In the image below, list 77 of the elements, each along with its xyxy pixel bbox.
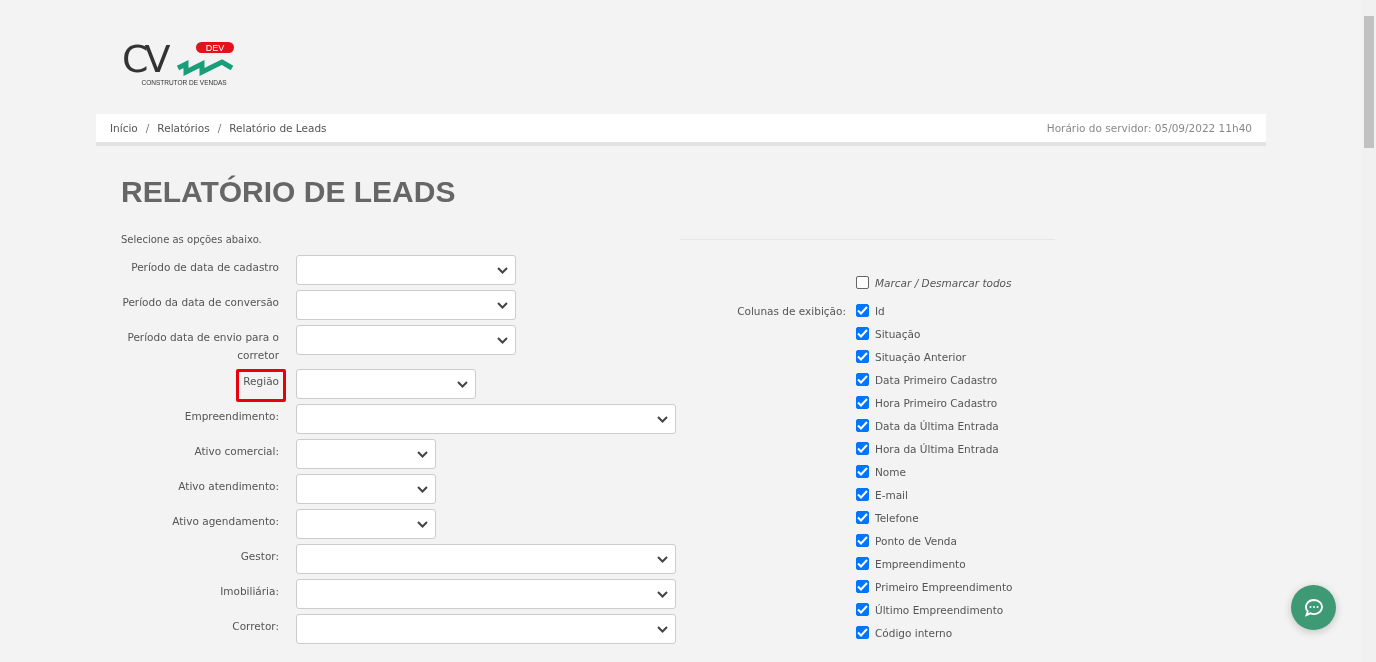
select-field[interactable] bbox=[296, 544, 676, 574]
checkbox-label: Hora da Última Entrada bbox=[875, 442, 999, 455]
chevron-icon bbox=[497, 266, 508, 274]
select-field[interactable] bbox=[296, 579, 676, 609]
select-field[interactable] bbox=[296, 255, 516, 285]
intro-text: Selecione as opções abaixo. bbox=[121, 234, 263, 246]
checkbox-label: E-mail bbox=[875, 488, 908, 501]
checkbox[interactable] bbox=[856, 534, 869, 547]
checkbox[interactable] bbox=[856, 580, 869, 593]
select-field[interactable] bbox=[296, 369, 476, 399]
field-label: Ativo comercial: bbox=[193, 444, 280, 459]
checkbox-label: Ponto de Venda bbox=[875, 534, 957, 547]
breadcrumb-link[interactable]: Relatórios bbox=[157, 122, 210, 134]
select-field[interactable] bbox=[296, 614, 676, 644]
checkbox-label: Hora Primeiro Cadastro bbox=[875, 396, 998, 409]
select-field[interactable] bbox=[296, 509, 436, 539]
checkbox[interactable] bbox=[856, 488, 869, 501]
breadcrumb-separator: / bbox=[145, 122, 150, 134]
breadcrumb-link[interactable]: Relatório de Leads bbox=[229, 122, 327, 134]
checkbox[interactable] bbox=[856, 276, 869, 289]
select-field[interactable] bbox=[296, 439, 436, 469]
select-field[interactable] bbox=[296, 474, 436, 504]
checkbox[interactable] bbox=[856, 419, 869, 432]
server-time: Horário do servidor: 05/09/2022 11h40 bbox=[1046, 122, 1252, 134]
select-field[interactable] bbox=[296, 404, 676, 434]
chevron-icon bbox=[497, 301, 508, 309]
scrollbar-thumb[interactable] bbox=[1364, 16, 1374, 148]
checkbox-label: Nome bbox=[875, 465, 906, 478]
field-label: Ativo atendimento: bbox=[177, 479, 280, 494]
checkbox-label: Empreendimento bbox=[875, 557, 966, 570]
chat-button[interactable] bbox=[1291, 585, 1336, 630]
chevron-icon bbox=[657, 625, 668, 633]
field-label: Ativo agendamento: bbox=[171, 514, 280, 529]
checkbox-label: Data Primeiro Cadastro bbox=[875, 373, 998, 386]
breadcrumb-link[interactable]: Início bbox=[110, 122, 138, 134]
field-label: Imobiliária: bbox=[219, 584, 280, 599]
field-label: Período da data de conversão bbox=[121, 295, 280, 310]
page-title: RELATÓRIO DE LEADS bbox=[121, 174, 457, 209]
checkbox[interactable] bbox=[856, 511, 869, 524]
field-label: Gestor: bbox=[239, 549, 280, 564]
checkbox-label: Data da Última Entrada bbox=[875, 419, 999, 432]
checkbox-label: Primeiro Empreendimento bbox=[875, 580, 1013, 593]
chevron-icon bbox=[417, 485, 428, 493]
checkbox[interactable] bbox=[856, 304, 869, 317]
checkbox[interactable] bbox=[856, 327, 869, 340]
chevron-icon bbox=[497, 336, 508, 344]
checkbox[interactable] bbox=[856, 396, 869, 409]
select-field[interactable] bbox=[296, 290, 516, 320]
checkbox[interactable] bbox=[856, 442, 869, 455]
checkbox[interactable] bbox=[856, 557, 869, 570]
checkbox-label: Último Empreendimento bbox=[875, 603, 1004, 616]
checkbox[interactable] bbox=[856, 626, 869, 639]
chevron-icon bbox=[417, 450, 428, 458]
checkbox[interactable] bbox=[856, 350, 869, 363]
field-label: Corretor: bbox=[231, 619, 280, 634]
chevron-icon bbox=[657, 415, 668, 423]
checkbox-label: Telefone bbox=[875, 511, 919, 524]
field-label: Período de data de cadastro bbox=[130, 260, 280, 275]
checkbox[interactable] bbox=[856, 465, 869, 478]
checkbox[interactable] bbox=[856, 603, 869, 616]
chevron-icon bbox=[657, 555, 668, 563]
breadcrumb-separator: / bbox=[217, 122, 222, 134]
checkbox-label: Situação Anterior bbox=[875, 350, 967, 363]
checkbox[interactable] bbox=[856, 373, 869, 386]
checkbox-label: Id bbox=[875, 304, 885, 317]
field-label: Período data de envio para o corretor bbox=[126, 330, 280, 363]
field-label: Colunas de exibição: bbox=[737, 304, 846, 317]
checkbox-label: Situação bbox=[875, 327, 921, 340]
chevron-icon bbox=[457, 380, 468, 388]
field-label: Região bbox=[236, 369, 286, 402]
select-field[interactable] bbox=[296, 325, 516, 355]
checkbox-label: Marcar / Desmarcar todos bbox=[875, 276, 1012, 289]
field-label: Empreendimento: bbox=[183, 409, 280, 424]
chevron-icon bbox=[657, 590, 668, 598]
chat-bubble-icon bbox=[1303, 597, 1324, 618]
chevron-icon bbox=[417, 520, 428, 528]
checkbox-label: Código interno bbox=[875, 626, 953, 639]
